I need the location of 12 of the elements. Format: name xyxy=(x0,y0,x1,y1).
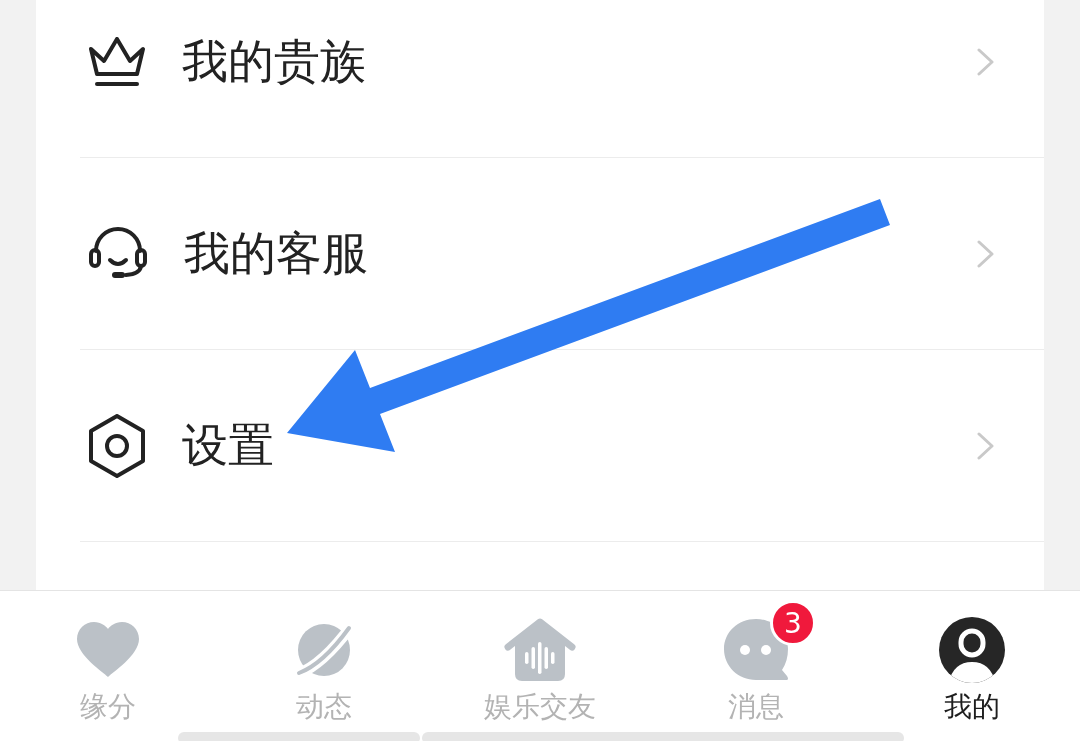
heart-icon xyxy=(75,621,141,679)
house-icon xyxy=(503,618,577,682)
unread-count-badge: 3 xyxy=(770,600,816,646)
settings-icon xyxy=(88,413,146,478)
crown-icon xyxy=(88,37,146,87)
menu-item[interactable]: 我的贵族 xyxy=(80,0,1044,158)
chevron-right-icon xyxy=(977,239,995,268)
avatar-icon xyxy=(938,616,1006,684)
chevron-right-icon xyxy=(977,48,995,76)
chevron-right-icon xyxy=(977,431,995,460)
tab[interactable]: 我的 xyxy=(938,591,1006,732)
planet-icon xyxy=(294,621,354,679)
